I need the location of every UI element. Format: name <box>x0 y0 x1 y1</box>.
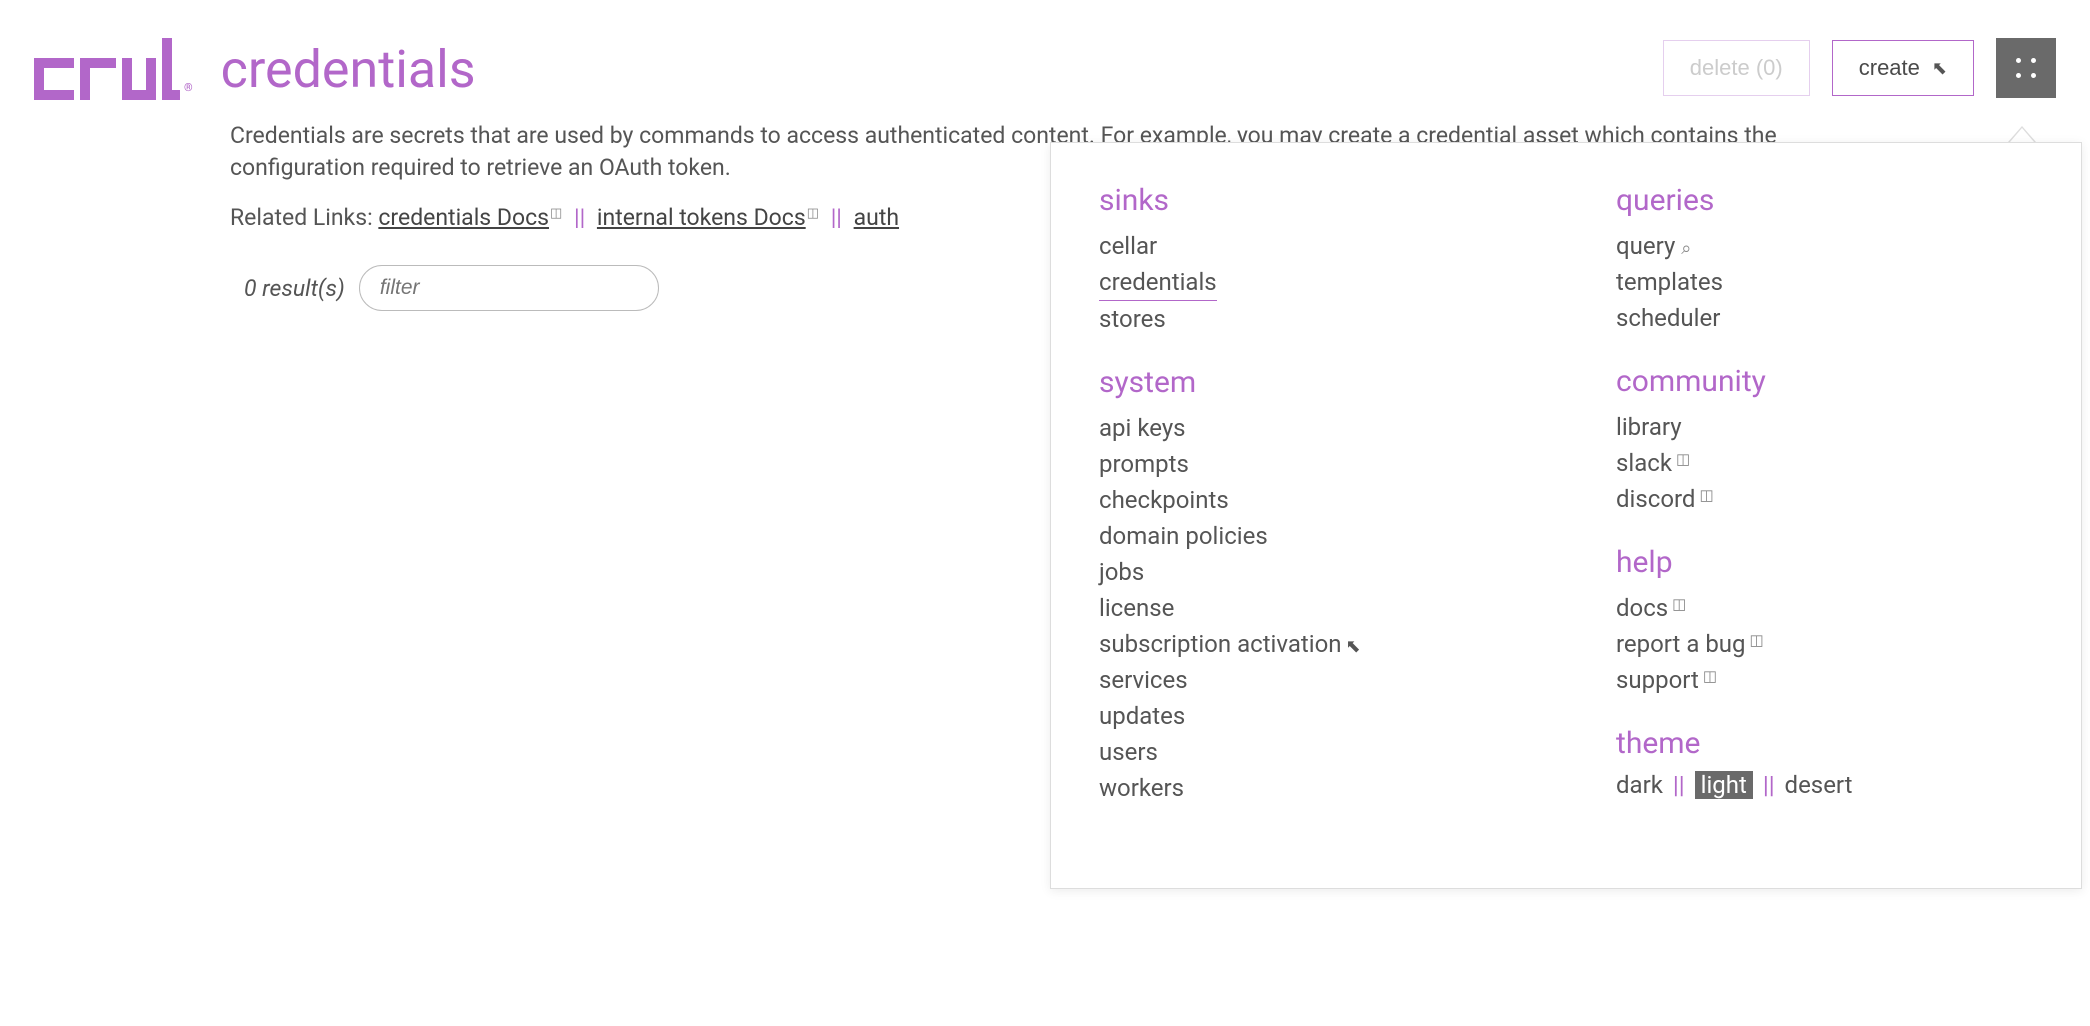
menu-item[interactable]: library <box>1616 409 1682 445</box>
menu-item[interactable]: workers <box>1099 770 1184 806</box>
external-link-icon: ◫ <box>1672 595 1686 613</box>
theme-separator: || <box>1673 771 1685 799</box>
menu-item[interactable]: domain policies <box>1099 518 1268 554</box>
menu-item[interactable]: support <box>1616 662 1699 698</box>
logo[interactable]: ® <box>34 38 193 100</box>
crul-logo-icon <box>34 38 180 100</box>
menu-item[interactable]: cellar <box>1099 228 1157 264</box>
theme-separator: || <box>1763 771 1775 799</box>
menu-section-heading: sinks <box>1099 183 1516 218</box>
menu-item[interactable]: checkpoints <box>1099 482 1229 518</box>
menu-section-heading: system <box>1099 365 1516 400</box>
create-button[interactable]: create ⬉ <box>1832 40 1974 96</box>
menu-item[interactable]: query <box>1616 228 1675 264</box>
menu-item[interactable]: credentials <box>1099 264 1217 301</box>
menu-item[interactable]: discord <box>1616 481 1695 517</box>
related-link[interactable]: auth <box>854 204 899 231</box>
result-count: 0 result(s) <box>244 275 345 302</box>
external-link-icon: ◫ <box>1699 486 1713 504</box>
menu-section-heading: help <box>1616 545 2033 580</box>
arrow-nw-icon: ⬉ <box>1932 58 1947 79</box>
menu-dots-icon <box>2016 58 2036 78</box>
external-link-icon: ◫ <box>1750 631 1764 649</box>
arrow-nw-icon: ⬉ <box>1346 636 1361 657</box>
menu-item[interactable]: users <box>1099 734 1158 770</box>
menu-item[interactable]: templates <box>1616 264 1723 300</box>
external-link-icon: ◫ <box>1676 450 1690 468</box>
link-separator: || <box>568 204 591 231</box>
menu-item[interactable]: slack <box>1616 445 1672 481</box>
page-title: credentials <box>221 44 476 96</box>
delete-button-label: delete (0) <box>1690 55 1783 81</box>
menu-item[interactable]: api keys <box>1099 410 1186 446</box>
dropdown-arrow-icon <box>2008 126 2036 142</box>
search-icon: ⌕ <box>1681 238 1691 259</box>
menu-item[interactable]: prompts <box>1099 446 1189 482</box>
related-links-prefix: Related Links: <box>230 204 373 231</box>
theme-option-desert[interactable]: desert <box>1785 771 1853 799</box>
external-link-icon: ◫ <box>1703 667 1717 685</box>
menu-item[interactable]: docs <box>1616 590 1668 626</box>
registered-mark: ® <box>184 81 193 94</box>
menu-section-heading: community <box>1616 364 2033 399</box>
menu-button[interactable] <box>1996 38 2056 98</box>
external-link-icon: ◫ <box>807 206 819 221</box>
theme-option-light[interactable]: light <box>1695 771 1753 799</box>
menu-item[interactable]: scheduler <box>1616 300 1720 336</box>
related-link[interactable]: credentials Docs <box>378 204 549 231</box>
link-separator: || <box>825 204 848 231</box>
menu-item[interactable]: subscription activation <box>1099 626 1342 662</box>
menu-section-heading: theme <box>1616 726 2033 761</box>
menu-item[interactable]: jobs <box>1099 554 1144 590</box>
theme-option-dark[interactable]: dark <box>1616 771 1663 799</box>
theme-row: dark || light || desert <box>1616 771 2033 799</box>
menu-item[interactable]: updates <box>1099 698 1185 734</box>
delete-button[interactable]: delete (0) <box>1663 40 1810 96</box>
create-button-label: create <box>1859 55 1920 81</box>
menu-item[interactable]: services <box>1099 662 1188 698</box>
main-menu-dropdown: sinks cellarcredentialsstores system api ke… <box>1050 142 2082 889</box>
menu-item[interactable]: stores <box>1099 301 1166 337</box>
external-link-icon: ◫ <box>550 206 562 221</box>
menu-item[interactable]: license <box>1099 590 1174 626</box>
menu-item[interactable]: report a bug <box>1616 626 1746 662</box>
related-link[interactable]: internal tokens Docs <box>597 204 806 231</box>
filter-input[interactable] <box>359 265 659 311</box>
menu-section-heading: queries <box>1616 183 2033 218</box>
